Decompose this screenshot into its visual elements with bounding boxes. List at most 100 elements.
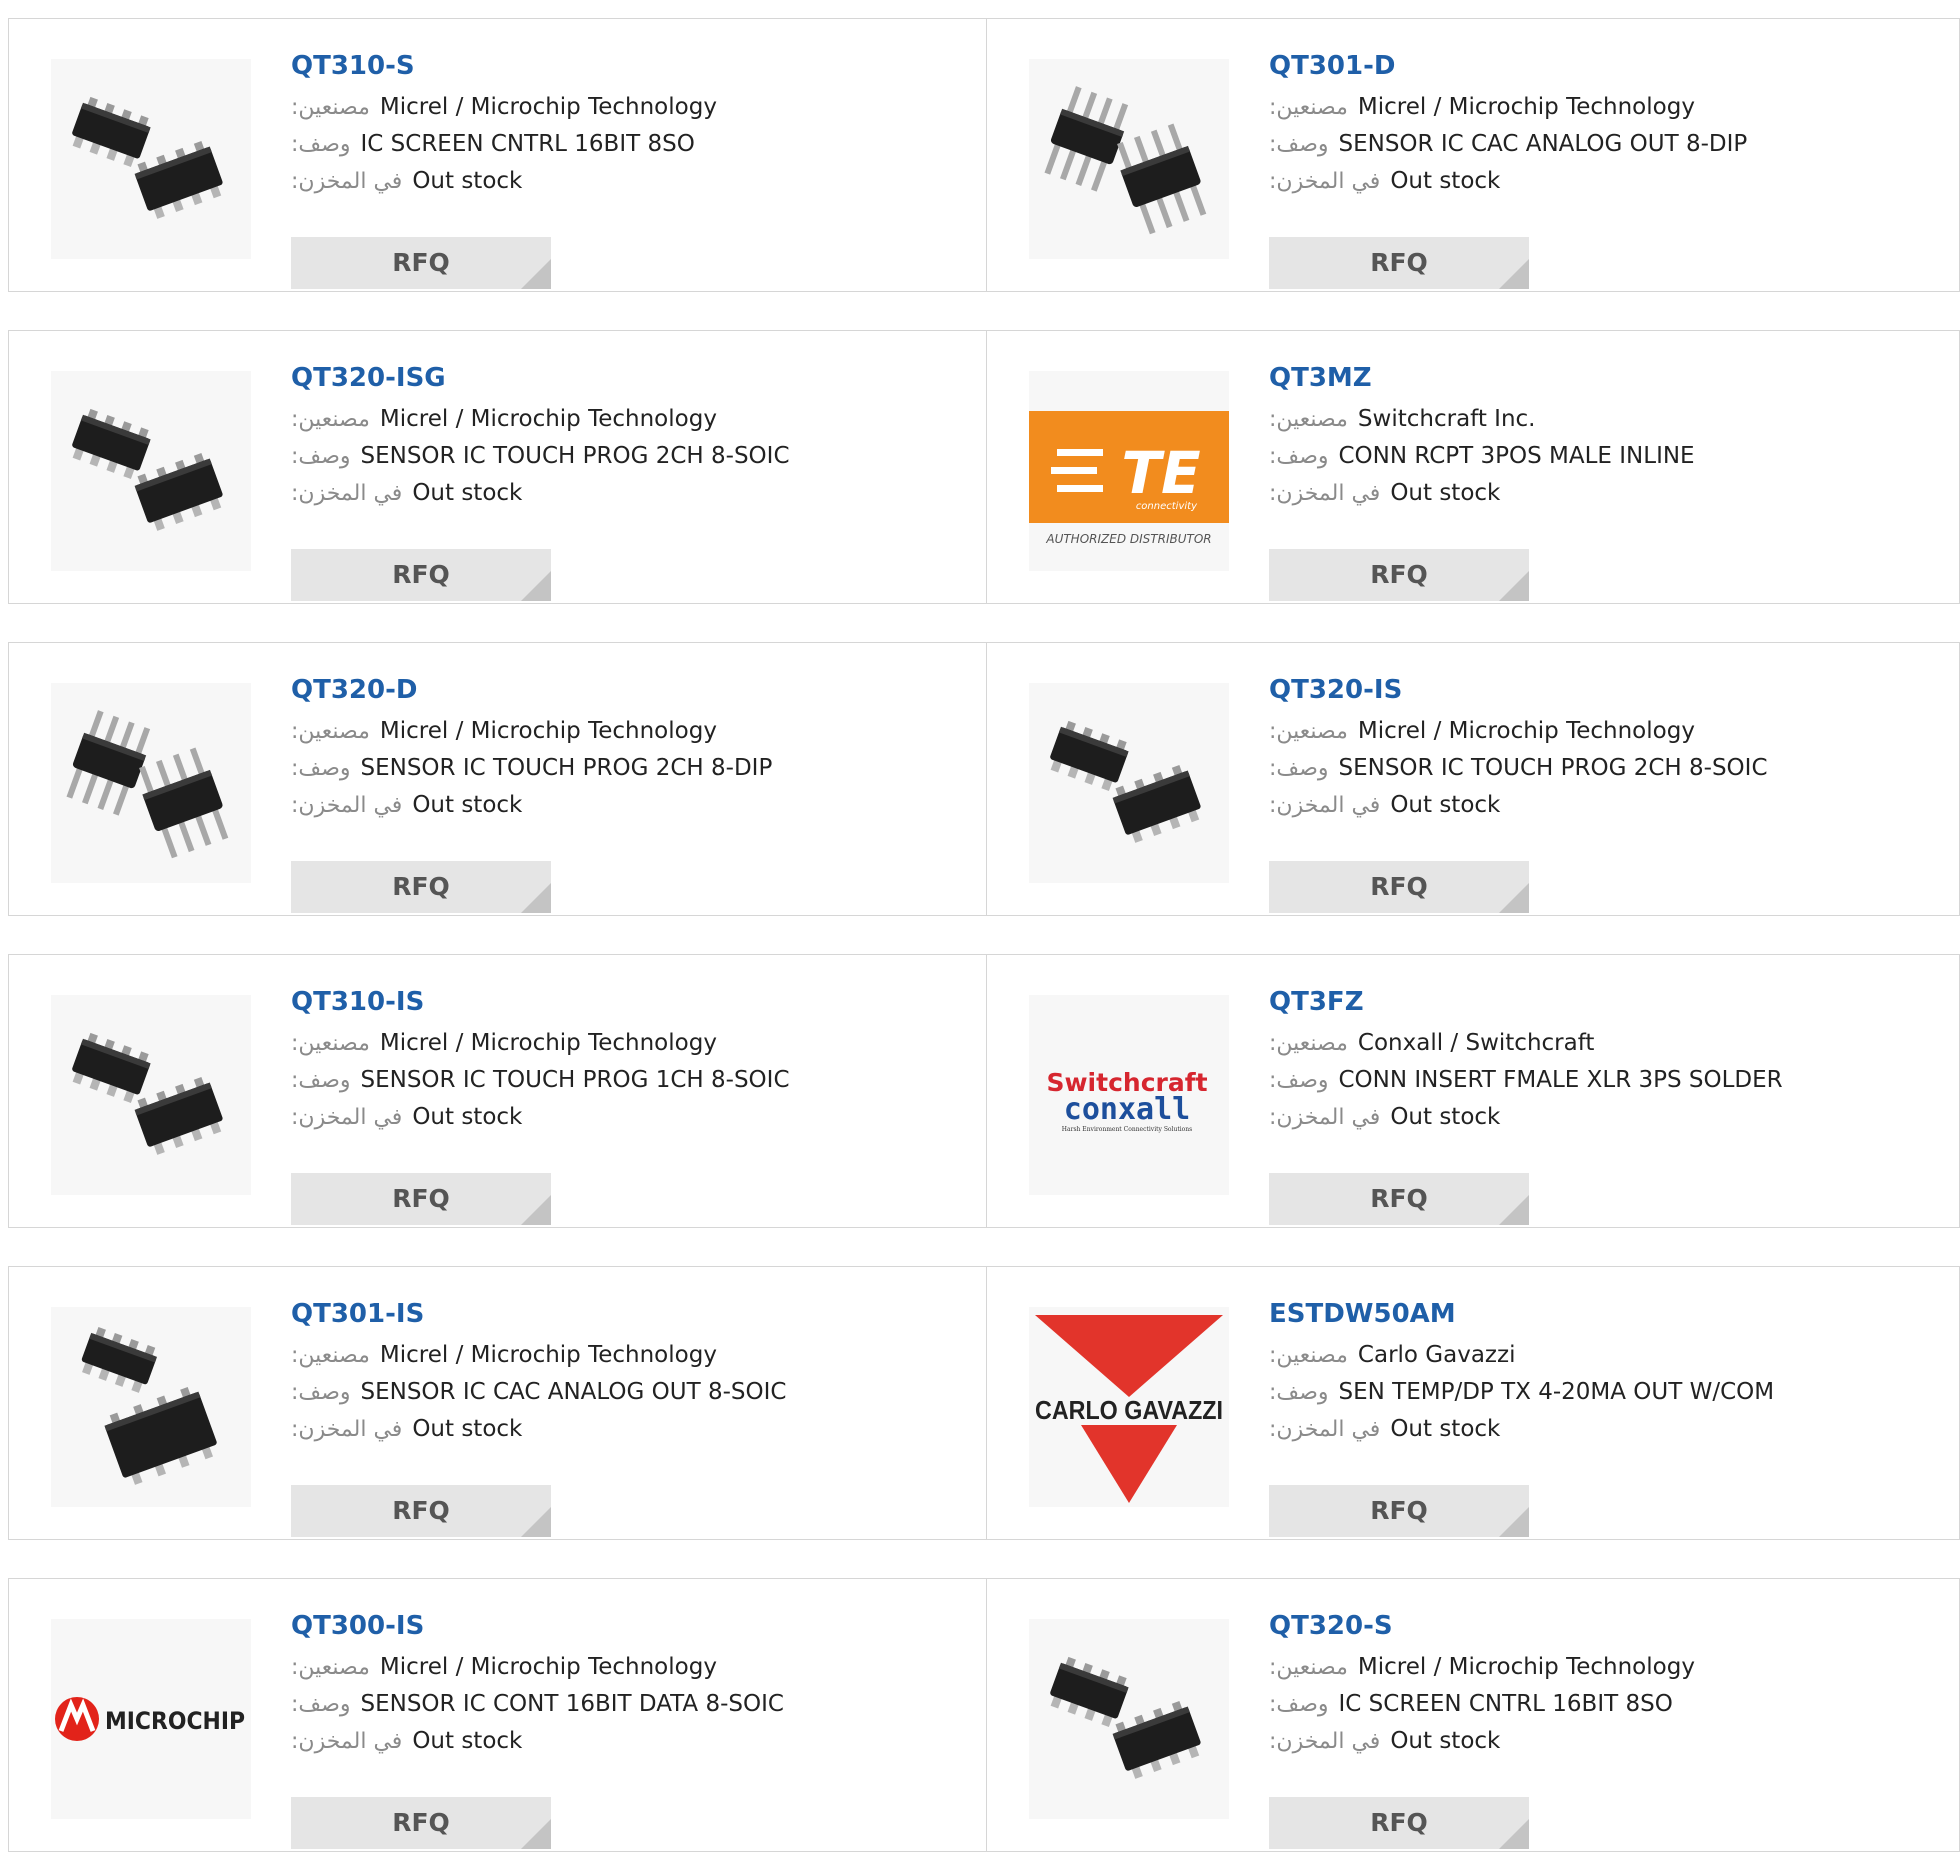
description-value: SENSOR IC CAC ANALOG OUT 8-SOIC [360, 1379, 787, 1405]
dip-chip-icon [1044, 86, 1207, 235]
product-info: QT320-D:مصنعين Micrel / Microchip Technol… [291, 673, 951, 824]
description-line: :وصف SENSOR IC TOUCH PROG 1CH 8-SOIC [291, 1062, 951, 1099]
product-image[interactable]: MICROCHIP [51, 1619, 251, 1819]
product-image[interactable] [1029, 683, 1229, 883]
product-image[interactable] [51, 371, 251, 571]
stock-value: Out stock [1390, 480, 1501, 506]
manufacturer-label: :مصنعين [1269, 1031, 1348, 1056]
description-line: :وصف IC SCREEN CNTRL 16BIT 8SO [1269, 1686, 1929, 1723]
product-row: QT310-IS:مصنعين Micrel / Microchip Techno… [8, 954, 1960, 1228]
stock-value: Out stock [412, 1416, 523, 1442]
stock-line: :في المخزن Out stock [1269, 1099, 1929, 1136]
manufacturer-value: Micrel / Microchip Technology [379, 94, 717, 120]
stock-label: :في المخزن [1269, 481, 1381, 506]
rfq-button[interactable]: RFQ [1269, 1797, 1529, 1849]
part-number-link[interactable]: ESTDW50AM [1269, 1297, 1929, 1337]
part-number-link[interactable]: QT301-D [1269, 49, 1929, 89]
manufacturer-value: Micrel / Microchip Technology [379, 718, 717, 744]
manufacturer-label: :مصنعين [1269, 719, 1348, 744]
dip-chip-icon [66, 710, 229, 859]
soic-chip-icon [72, 408, 223, 531]
description-value: SEN TEMP/DP TX 4-20MA OUT W/COM [1338, 1379, 1775, 1405]
manufacturer-line: :مصنعين Micrel / Microchip Technology [291, 401, 951, 438]
rfq-button[interactable]: RFQ [291, 1797, 551, 1849]
manufacturer-line: :مصنعين Micrel / Microchip Technology [291, 89, 951, 126]
product-info: QT300-IS:مصنعين Micrel / Microchip Techno… [291, 1609, 951, 1760]
product-image[interactable] [51, 683, 251, 883]
rfq-button-label: RFQ [392, 872, 450, 901]
part-number-link[interactable]: QT3MZ [1269, 361, 1929, 401]
part-number-link[interactable]: QT300-IS [291, 1609, 951, 1649]
rfq-button[interactable]: RFQ [291, 861, 551, 913]
rfq-button[interactable]: RFQ [291, 1173, 551, 1225]
rfq-button[interactable]: RFQ [291, 549, 551, 601]
rfq-button-label: RFQ [392, 1496, 450, 1525]
product-row: QT320-ISG :مصنعين Micrel / Microchip Techn… [8, 330, 1960, 604]
rfq-button-label: RFQ [1370, 248, 1428, 277]
corner-fold-icon [1499, 1195, 1529, 1225]
rfq-button[interactable]: RFQ [1269, 861, 1529, 913]
product-card: TE connectivity AUTHORIZED DISTRIBUTOR QT3M… [987, 331, 1960, 603]
product-image[interactable] [1029, 1619, 1229, 1819]
part-number-link[interactable]: QT301-IS [291, 1297, 951, 1337]
part-number-link[interactable]: QT320-S [1269, 1609, 1929, 1649]
stock-line: :في المخزن Out stock [1269, 1411, 1929, 1448]
product-image[interactable]: Switchcraft conxall Harsh Environment Conn… [1029, 995, 1229, 1195]
rfq-button[interactable]: RFQ [1269, 237, 1529, 289]
corner-fold-icon [521, 571, 551, 601]
manufacturer-line: :مصنعين Micrel / Microchip Technology [291, 1025, 951, 1062]
part-number-link[interactable]: QT3FZ [1269, 985, 1929, 1025]
product-info: QT301-IS:مصنعين Micrel / Microchip Techno… [291, 1297, 951, 1448]
stock-line: :في المخزن Out stock [291, 787, 951, 824]
description-label: :وصف [1269, 1692, 1329, 1717]
description-value: IC SCREEN CNTRL 16BIT 8SO [360, 131, 695, 157]
rfq-button-label: RFQ [392, 560, 450, 589]
soic-chip-icon [1050, 1656, 1201, 1779]
product-image[interactable] [1029, 59, 1229, 259]
rfq-button-label: RFQ [1370, 872, 1428, 901]
rfq-button[interactable]: RFQ [1269, 549, 1529, 601]
part-number-link[interactable]: QT310-IS [291, 985, 951, 1025]
description-line: :وصف SENSOR IC CAC ANALOG OUT 8-SOIC [291, 1374, 951, 1411]
rfq-button[interactable]: RFQ [1269, 1485, 1529, 1537]
product-image[interactable] [51, 1307, 251, 1507]
product-image[interactable]: TE connectivity AUTHORIZED DISTRIBUTOR [1029, 371, 1229, 571]
corner-fold-icon [1499, 259, 1529, 289]
rfq-button[interactable]: RFQ [291, 1485, 551, 1537]
stock-label: :في المخزن [291, 481, 403, 506]
product-image[interactable] [51, 59, 251, 259]
stock-label: :في المخزن [291, 1417, 403, 1442]
part-number-link[interactable]: QT320-D [291, 673, 951, 713]
stock-label: :في المخزن [291, 169, 403, 194]
switchcraft-logo: SwitchcraftconxallHarsh Environment Conn… [1046, 1068, 1207, 1133]
manufacturer-value: Micrel / Microchip Technology [379, 406, 717, 432]
manufacturer-label: :مصنعين [291, 407, 370, 432]
product-image[interactable] [51, 995, 251, 1195]
manufacturer-label: :مصنعين [1269, 1655, 1348, 1680]
description-line: :وصف SENSOR IC CAC ANALOG OUT 8-DIP [1269, 126, 1929, 163]
rfq-button[interactable]: RFQ [291, 237, 551, 289]
rfq-button-label: RFQ [1370, 1496, 1428, 1525]
manufacturer-value: Micrel / Microchip Technology [1357, 718, 1695, 744]
description-value: SENSOR IC CAC ANALOG OUT 8-DIP [1338, 131, 1748, 157]
stock-line: :في المخزن Out stock [1269, 475, 1929, 512]
stock-line: :في المخزن Out stock [1269, 163, 1929, 200]
product-card: QT301-D:مصنعين Micrel / Microchip Technol… [987, 19, 1960, 291]
rfq-button-label: RFQ [1370, 560, 1428, 589]
soic-chip-icon [72, 96, 223, 219]
rfq-button[interactable]: RFQ [1269, 1173, 1529, 1225]
te-logo-subtext: connectivity [1136, 501, 1198, 512]
part-number-link[interactable]: QT320-ISG [291, 361, 951, 401]
rfq-button-label: RFQ [1370, 1184, 1428, 1213]
manufacturer-value: Carlo Gavazzi [1357, 1342, 1516, 1368]
description-label: :وصف [1269, 1380, 1329, 1405]
rfq-button-label: RFQ [392, 1184, 450, 1213]
stock-label: :في المخزن [1269, 1417, 1381, 1442]
product-info: QT310-IS:مصنعين Micrel / Microchip Techno… [291, 985, 951, 1136]
stock-value: Out stock [412, 1104, 523, 1130]
stock-label: :في المخزن [1269, 793, 1381, 818]
part-number-link[interactable]: QT320-IS [1269, 673, 1929, 713]
description-label: :وصف [1269, 756, 1329, 781]
product-image[interactable]: CARLO GAVAZZI [1029, 1307, 1229, 1507]
part-number-link[interactable]: QT310-S [291, 49, 951, 89]
